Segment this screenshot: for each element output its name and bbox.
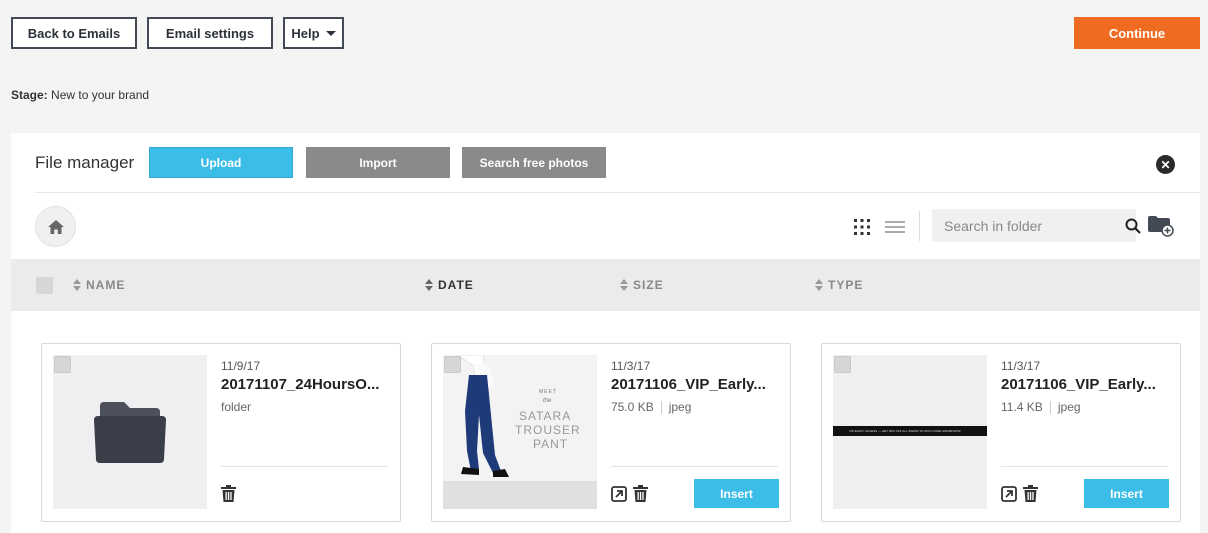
home-button[interactable] xyxy=(35,206,76,247)
card-divider xyxy=(221,466,388,467)
image-banner-text: VIP EARLY ACCESS — GET 30% OFF ALL SWAMI… xyxy=(849,429,961,433)
item-checkbox[interactable] xyxy=(54,356,71,373)
file-manager-title: File manager xyxy=(35,153,135,172)
help-dropdown-button[interactable]: Help xyxy=(283,17,344,49)
upload-label: Upload xyxy=(200,155,242,170)
folder-icon xyxy=(94,402,166,463)
email-settings-button[interactable]: Email settings xyxy=(147,17,273,49)
folder-thumbnail[interactable] xyxy=(53,355,207,509)
sort-icon xyxy=(425,279,433,291)
caret-down-icon xyxy=(325,30,336,36)
file-manager-panel: File manager Upload Import Search free p… xyxy=(11,133,1200,533)
card-actions xyxy=(221,485,236,502)
sort-icon xyxy=(73,279,81,291)
search-icon[interactable] xyxy=(1125,218,1141,234)
item-checkbox[interactable] xyxy=(444,356,461,373)
item-type: jpeg xyxy=(1057,400,1081,414)
toolbar-separator xyxy=(919,211,920,241)
image-text-small: MEET xyxy=(539,389,557,395)
image-thumbnail[interactable]: MEET the SATARA TROUSER PANT xyxy=(443,355,597,509)
upload-button[interactable]: Upload xyxy=(149,147,293,178)
image-banner: VIP EARLY ACCESS — GET 30% OFF ALL SWAMI… xyxy=(833,426,987,436)
column-name[interactable]: NAME xyxy=(73,259,125,311)
trash-icon[interactable] xyxy=(633,485,648,502)
meta-separator xyxy=(660,400,662,414)
back-to-emails-button[interactable]: Back to Emails xyxy=(11,17,137,49)
search-free-photos-label: Search free photos xyxy=(479,155,589,170)
email-settings-label: Email settings xyxy=(165,25,255,41)
item-size: 11.4 KB xyxy=(1001,400,1043,414)
table-header: NAME DATE SIZE TYPE xyxy=(11,259,1200,311)
sort-icon xyxy=(620,279,628,291)
image-text-line1: SATARA xyxy=(519,409,572,423)
image-text-line3: PANT xyxy=(533,437,569,451)
image-text-the: the xyxy=(543,398,552,404)
open-external-icon[interactable] xyxy=(1001,485,1017,502)
item-meta: 75.0 KB jpeg xyxy=(611,400,691,414)
image-text-line2: TROUSER xyxy=(515,423,581,437)
item-size: 75.0 KB xyxy=(611,400,654,414)
item-checkbox[interactable] xyxy=(834,356,851,373)
item-name[interactable]: 20171107_24HoursO... xyxy=(221,376,391,393)
item-type: jpeg xyxy=(668,400,692,414)
close-icon[interactable]: ✕ xyxy=(1156,155,1175,174)
open-external-icon[interactable] xyxy=(611,485,627,502)
file-card[interactable]: MEET the SATARA TROUSER PANT 11/3/17 201… xyxy=(431,343,791,522)
stage-indicator: Stage: New to your brand xyxy=(11,88,149,102)
insert-label: Insert xyxy=(720,486,753,501)
insert-label: Insert xyxy=(1110,486,1143,501)
column-name-label: NAME xyxy=(86,278,126,292)
item-type: folder xyxy=(221,400,252,414)
item-meta: folder xyxy=(221,400,251,414)
search-free-photos-button[interactable]: Search free photos xyxy=(462,147,606,178)
grid-view-icon[interactable] xyxy=(854,219,870,235)
import-label: Import xyxy=(359,155,397,170)
column-size-label: SIZE xyxy=(633,278,664,292)
item-date: 11/9/17 xyxy=(221,359,261,373)
column-date-label: DATE xyxy=(438,278,474,292)
folder-search xyxy=(932,209,1141,242)
trash-icon[interactable] xyxy=(221,485,236,502)
import-button[interactable]: Import xyxy=(306,147,450,178)
sort-icon xyxy=(815,279,823,291)
item-date: 11/3/17 xyxy=(611,359,651,373)
column-type-label: TYPE xyxy=(828,278,864,292)
new-folder-icon[interactable] xyxy=(1148,215,1174,237)
column-type[interactable]: TYPE xyxy=(815,259,863,311)
home-icon xyxy=(47,219,64,234)
back-to-emails-label: Back to Emails xyxy=(27,25,121,41)
item-meta: 11.4 KB jpeg xyxy=(1001,400,1081,414)
help-label: Help xyxy=(291,25,320,41)
select-all-checkbox[interactable] xyxy=(36,277,53,294)
file-card[interactable]: 11/9/17 20171107_24HoursO... folder xyxy=(41,343,401,522)
header-divider xyxy=(35,192,1200,193)
trash-icon[interactable] xyxy=(1023,485,1038,502)
file-card[interactable]: VIP EARLY ACCESS — GET 30% OFF ALL SWAMI… xyxy=(821,343,1181,522)
item-date: 11/3/17 xyxy=(1001,359,1041,373)
continue-button[interactable]: Continue xyxy=(1074,17,1200,49)
list-view-icon[interactable] xyxy=(885,219,905,235)
item-name[interactable]: 20171106_VIP_Early... xyxy=(611,376,781,393)
search-input[interactable] xyxy=(932,217,1125,234)
card-actions xyxy=(611,485,648,502)
continue-label: Continue xyxy=(1108,25,1166,41)
image-thumbnail[interactable]: VIP EARLY ACCESS — GET 30% OFF ALL SWAMI… xyxy=(833,355,987,509)
item-name[interactable]: 20171106_VIP_Early... xyxy=(1001,376,1171,393)
insert-button[interactable]: Insert xyxy=(694,479,779,508)
card-divider xyxy=(1001,466,1168,467)
column-date[interactable]: DATE xyxy=(425,259,474,311)
insert-button[interactable]: Insert xyxy=(1084,479,1169,508)
column-size[interactable]: SIZE xyxy=(620,259,664,311)
stage-label: Stage: xyxy=(11,88,48,102)
stage-value: New to your brand xyxy=(51,88,150,102)
card-divider xyxy=(611,466,778,467)
meta-separator xyxy=(1049,400,1051,414)
card-actions xyxy=(1001,485,1038,502)
